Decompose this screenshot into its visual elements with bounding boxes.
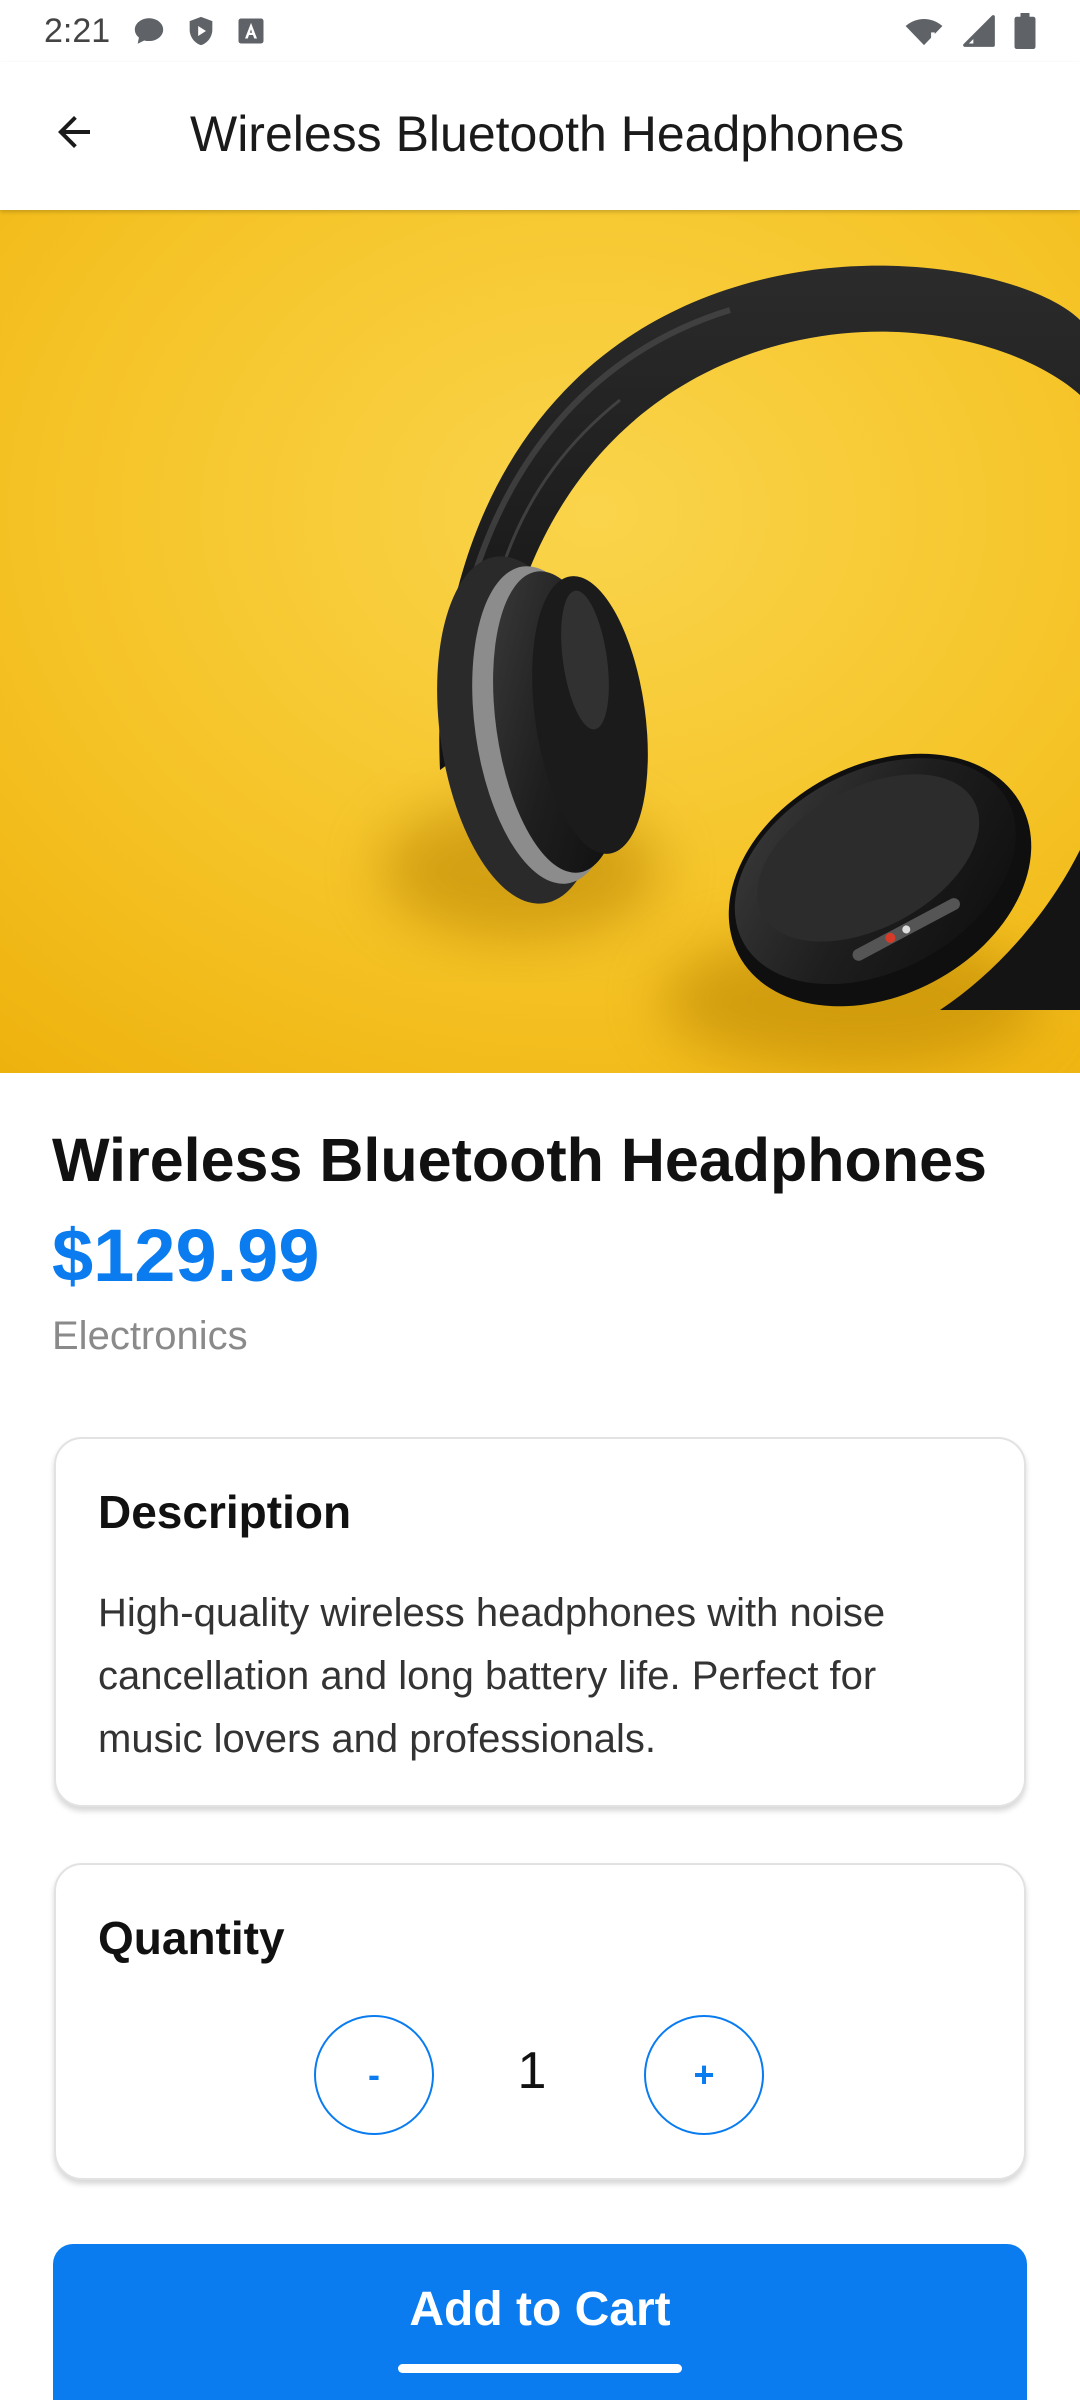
plus-label: + [693,2054,715,2095]
add-to-cart-button[interactable]: Add to Cart [53,2244,1027,2400]
shield-play-icon [184,14,218,48]
description-card: Description High-quality wireless headph… [54,1437,1026,1807]
arrow-left-icon [50,108,98,161]
app-bar: Wireless Bluetooth Headphones [0,62,1080,210]
wifi-icon [904,14,944,48]
home-indicator[interactable] [398,2364,682,2373]
description-heading: Description [98,1486,352,1538]
decrease-quantity-button[interactable]: - [314,2015,434,2135]
signal-icon [962,14,996,48]
increase-quantity-button[interactable]: + [644,2015,764,2135]
add-to-cart-label: Add to Cart [409,2283,671,2336]
status-bar: 2:21 [0,0,1080,62]
quantity-card: Quantity - 1 + [54,1863,1026,2180]
product-image [0,210,1080,1073]
app-bar-title: Wireless Bluetooth Headphones [190,106,905,162]
product-title: Wireless Bluetooth Headphones [52,1126,987,1194]
status-left: 2:21 [44,12,266,51]
back-button[interactable] [42,102,106,166]
product-category: Electronics [52,1314,248,1358]
chat-bubble-icon [132,14,166,48]
font-a-icon [236,16,266,46]
battery-icon [1014,13,1036,49]
quantity-heading: Quantity [98,1912,285,1964]
status-right [904,13,1036,49]
product-price: $129.99 [52,1214,320,1297]
quantity-value: 1 [517,2042,547,2100]
minus-label: - [368,2054,380,2095]
status-time: 2:21 [44,11,111,50]
description-text: High-quality wireless headphones with no… [98,1591,886,1761]
